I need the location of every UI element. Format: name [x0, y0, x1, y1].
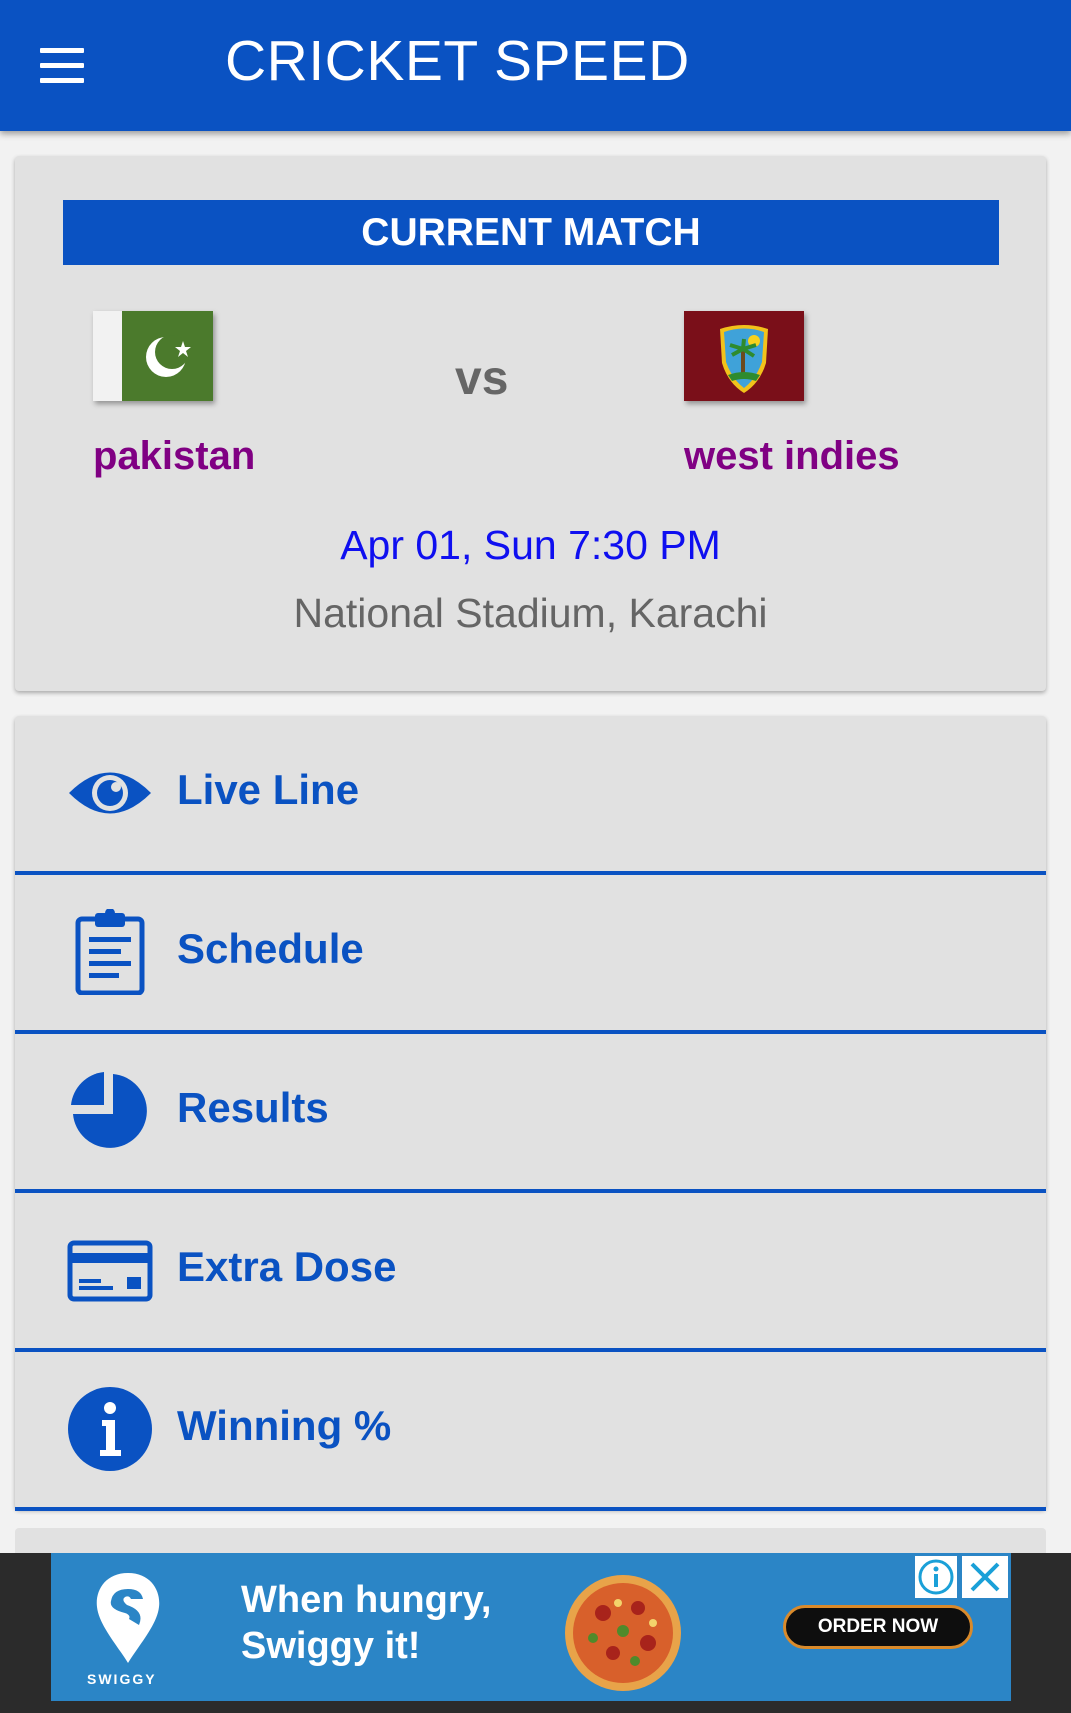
menu-item-label: Results — [177, 1084, 329, 1131]
team1-name: pakistan — [93, 434, 256, 478]
hamburger-menu-icon[interactable] — [30, 38, 94, 94]
app-title: CRICKET SPEED — [225, 29, 690, 93]
versus-label: vs — [455, 352, 509, 405]
menu-item-live-line[interactable]: Live Line — [15, 716, 1046, 875]
west-indies-flag-icon — [684, 311, 804, 401]
menu-item-extra-dose[interactable]: Extra Dose — [15, 1193, 1046, 1352]
menu-item-results[interactable]: Results — [15, 1034, 1046, 1193]
menu-item-label: Live Line — [177, 766, 360, 813]
menu-item-label: Winning % — [177, 1402, 392, 1449]
menu-divider — [15, 1507, 1046, 1511]
pie-chart-icon — [71, 1072, 147, 1148]
menu-item-label: Schedule — [177, 925, 364, 972]
ad-brand: SWIGGY — [87, 1671, 157, 1687]
menu-item-winning-percent[interactable]: Winning % — [15, 1352, 1046, 1511]
swiggy-logo-icon — [96, 1573, 160, 1663]
ad-close-icon[interactable] — [962, 1556, 1008, 1598]
match-datetime: Apr 01, Sun 7:30 PM — [340, 522, 721, 568]
current-match-header: CURRENT MATCH — [63, 200, 999, 265]
ad-headline-line1: When hungry, — [241, 1579, 492, 1621]
ad-banner[interactable]: SWIGGY When hungry, Swiggy it! ORDER NOW — [51, 1553, 1011, 1701]
pakistan-flag-icon — [93, 311, 213, 401]
card-icon — [67, 1240, 153, 1302]
pizza-image — [565, 1575, 681, 1691]
order-now-button[interactable]: ORDER NOW — [783, 1605, 973, 1649]
ad-info-icon[interactable] — [915, 1556, 957, 1598]
ad-headline-line2: Swiggy it! — [241, 1625, 421, 1667]
eye-icon — [69, 772, 151, 814]
match-venue: National Stadium, Karachi — [293, 590, 768, 636]
menu-item-schedule[interactable]: Schedule — [15, 875, 1046, 1034]
info-icon — [68, 1387, 152, 1471]
clipboard-icon — [75, 909, 145, 995]
ad-banner-container: SWIGGY When hungry, Swiggy it! ORDER NOW — [0, 1553, 1071, 1713]
menu-item-label: Extra Dose — [177, 1243, 397, 1290]
ad-headline: When hungry, Swiggy it! — [241, 1577, 492, 1669]
app-bar: CRICKET SPEED — [0, 0, 1071, 131]
current-match-card[interactable]: CURRENT MATCH vs pakistan west indies Ap… — [15, 156, 1046, 691]
menu-card: Live Line Schedule Results Extra Dose Wi… — [15, 716, 1046, 1511]
team2-name: west indies — [684, 434, 900, 478]
